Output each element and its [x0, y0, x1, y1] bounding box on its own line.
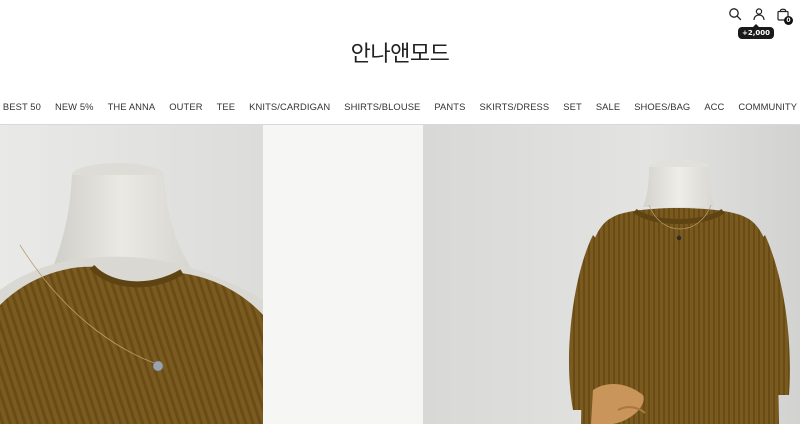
nav-item-the-anna[interactable]: THE ANNA — [101, 101, 163, 112]
nav-item-set[interactable]: SET — [556, 101, 589, 112]
banner-image-left[interactable] — [0, 125, 263, 424]
nav-item-best50[interactable]: BEST 50 — [0, 101, 48, 112]
nav-item-tee[interactable]: TEE — [210, 101, 243, 112]
nav-item-knits-cardigan[interactable]: KNITS/CARDIGAN — [242, 101, 337, 112]
nav-item-shirts-blouse[interactable]: SHIRTS/BLOUSE — [337, 101, 427, 112]
banner-gap — [263, 125, 423, 424]
user-icon[interactable] — [752, 7, 766, 21]
nav-item-shoes-bag[interactable]: SHOES/BAG — [627, 101, 697, 112]
search-icon[interactable] — [728, 7, 742, 21]
nav-item-sale[interactable]: SALE — [589, 101, 627, 112]
header-icons: 0 — [728, 7, 793, 25]
banner-image-right[interactable] — [423, 125, 800, 424]
main-nav: BEST 50 NEW 5% THE ANNA OUTER TEE KNITS/… — [0, 101, 800, 112]
nav-item-skirts-dress[interactable]: SKIRTS/DRESS — [472, 101, 556, 112]
cart-count-badge: 0 — [784, 16, 793, 25]
nav-item-acc[interactable]: ACC — [697, 101, 731, 112]
nav-item-community[interactable]: COMMUNITY — [731, 101, 800, 112]
nav-item-outer[interactable]: OUTER — [162, 101, 209, 112]
nav-item-pants[interactable]: PANTS — [427, 101, 472, 112]
shopping-bag-icon[interactable]: 0 — [776, 7, 793, 25]
main-banner[interactable] — [0, 125, 800, 424]
site-logo[interactable]: 안나앤모드 — [0, 36, 800, 68]
nav-item-new[interactable]: NEW 5% — [48, 101, 101, 112]
